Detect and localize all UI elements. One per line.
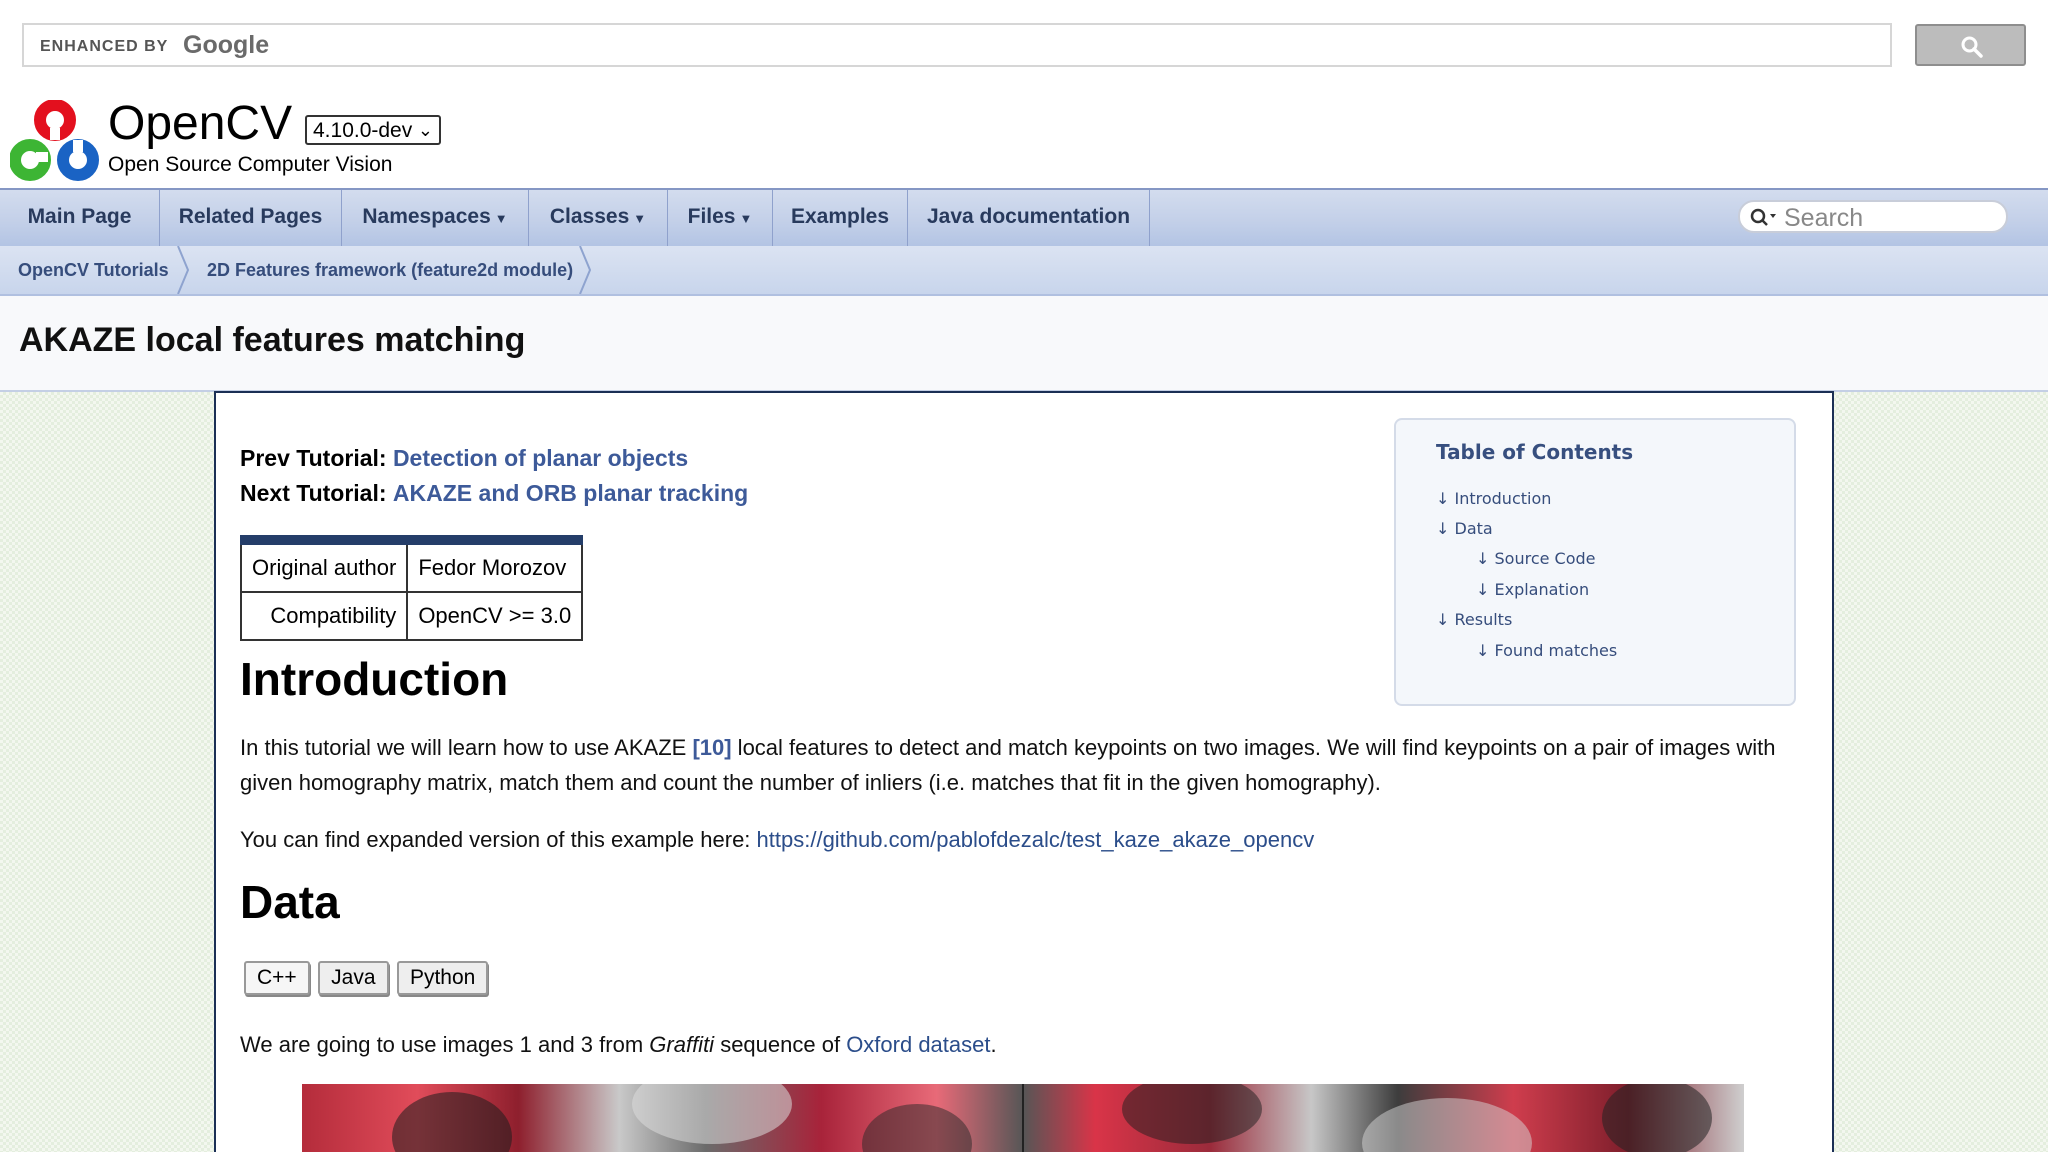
image-detail	[1122, 1084, 1262, 1144]
table-cell: Fedor Morozov	[406, 539, 584, 593]
image-detail	[632, 1084, 792, 1144]
tab-java[interactable]: Java	[318, 961, 389, 995]
data-heading: Data	[240, 876, 340, 928]
toc-item-explanation[interactable]: ↓ Explanation	[1476, 580, 1589, 599]
version-select[interactable]: 4.10.0-dev ⌄	[305, 115, 441, 145]
project-brief: Open Source Computer Vision	[108, 153, 393, 176]
nav-label: Related Pages	[178, 205, 323, 228]
toc-item-data[interactable]: ↓ Data	[1436, 519, 1493, 538]
breadcrumb-separator-icon	[177, 246, 190, 294]
doc-search-input[interactable]: Search	[1738, 200, 2008, 233]
toc-item-source-code[interactable]: ↓ Source Code	[1476, 549, 1596, 568]
toc-label: Source Code	[1494, 549, 1596, 568]
data-text: .	[990, 1032, 997, 1057]
table-row: Compatibility OpenCV >= 3.0	[239, 591, 584, 641]
prev-tutorial-link[interactable]: Detection of planar objects	[393, 445, 688, 471]
caret-down-icon: ▼	[633, 211, 647, 226]
project-name: OpenCV	[108, 97, 293, 150]
search-placeholder: Search	[1784, 204, 1864, 232]
table-cell: Compatibility	[239, 591, 409, 641]
prev-label: Prev Tutorial:	[240, 445, 387, 471]
image-detail	[1602, 1084, 1712, 1152]
code-tabs: C++ Java Python	[244, 961, 492, 995]
info-table: Original author Fedor Morozov Compatibil…	[239, 535, 584, 641]
nav-label: Examples	[790, 205, 890, 228]
table-of-contents: Table of Contents ↓ Introduction ↓ Data …	[1394, 418, 1796, 706]
nav-related-pages[interactable]: Related Pages	[160, 190, 342, 246]
page-title: AKAZE local features matching	[19, 321, 526, 359]
nav-namespaces[interactable]: Namespaces ▼	[342, 190, 529, 246]
version-value: 4.10.0-dev	[313, 119, 413, 142]
tutorial-nav: Prev Tutorial: Detection of planar objec…	[240, 441, 748, 511]
nav-label: Java documentation	[926, 205, 1131, 228]
enhanced-by-label: ENHANCED BY	[40, 38, 169, 55]
data-paragraph: We are going to use images 1 and 3 from …	[240, 1027, 1800, 1062]
nav-label: Main Page	[27, 205, 132, 228]
nav-label: Classes	[549, 205, 630, 228]
search-icon	[1750, 208, 1776, 226]
example-paragraph: You can find expanded version of this ex…	[240, 822, 1800, 857]
nav-classes[interactable]: Classes ▼	[529, 190, 668, 246]
image-detail	[862, 1104, 972, 1152]
search-icon	[1961, 36, 1983, 58]
breadcrumb-item[interactable]: 2D Features framework (feature2d module)	[207, 260, 573, 281]
data-text: sequence of	[714, 1032, 847, 1057]
introduction-heading: Introduction	[240, 653, 509, 705]
table-cell: Original author	[239, 539, 409, 593]
tab-python[interactable]: Python	[396, 961, 489, 995]
data-text: We are going to use images 1 and 3 from	[240, 1032, 650, 1057]
image-detail	[392, 1092, 512, 1152]
nav-label: Files	[687, 205, 736, 228]
toc-label: Found matches	[1494, 641, 1618, 660]
toc-label: Explanation	[1494, 580, 1590, 599]
opencv-logo-icon	[10, 100, 99, 181]
toc-label: Data	[1454, 519, 1493, 538]
nav-examples[interactable]: Examples	[773, 190, 908, 246]
toc-label: Results	[1454, 610, 1513, 629]
caret-down-icon: ▼	[739, 211, 753, 226]
table-row: Original author Fedor Morozov	[239, 539, 584, 593]
nav-main-page[interactable]: Main Page	[0, 190, 160, 246]
nav-files[interactable]: Files ▼	[668, 190, 773, 246]
example-text: You can find expanded version of this ex…	[240, 827, 757, 852]
caret-down-icon: ▼	[494, 211, 508, 226]
citation-link[interactable]: [10]	[692, 735, 731, 760]
toc-item-results[interactable]: ↓ Results	[1436, 610, 1512, 629]
github-link[interactable]: https://github.com/pablofdezalc/test_kaz…	[757, 827, 1315, 852]
toc-item-introduction[interactable]: ↓ Introduction	[1436, 489, 1551, 508]
image-detail	[1362, 1098, 1532, 1152]
main-content: Prev Tutorial: Detection of planar objec…	[214, 391, 1834, 1152]
intro-text: In this tutorial we will learn how to us…	[240, 735, 693, 760]
tab-cpp[interactable]: C++	[244, 961, 310, 995]
nav-label: Namespaces	[362, 205, 491, 228]
table-cell: OpenCV >= 3.0	[406, 591, 584, 641]
page-header: AKAZE local features matching	[0, 296, 2048, 392]
breadcrumb: OpenCV Tutorials 2D Features framework (…	[0, 246, 2048, 296]
toc-title: Table of Contents	[1436, 440, 1634, 464]
next-tutorial-link[interactable]: AKAZE and ORB planar tracking	[393, 480, 748, 506]
breadcrumb-item[interactable]: OpenCV Tutorials	[18, 260, 169, 281]
graffiti-images	[302, 1084, 1744, 1152]
intro-paragraph: In this tutorial we will learn how to us…	[240, 730, 1800, 800]
google-search-button[interactable]	[1915, 24, 2026, 66]
toc-item-found-matches[interactable]: ↓ Found matches	[1476, 641, 1617, 660]
graffiti-text: Graffiti	[649, 1032, 715, 1057]
google-logo: Google	[183, 31, 270, 59]
nav-java-documentation[interactable]: Java documentation	[908, 190, 1150, 246]
next-label: Next Tutorial:	[240, 480, 387, 506]
toc-label: Introduction	[1454, 489, 1552, 508]
oxford-dataset-link[interactable]: Oxford dataset	[846, 1032, 990, 1057]
breadcrumb-separator-icon	[579, 246, 592, 294]
google-search-input[interactable]: ENHANCED BY Google	[22, 23, 1892, 67]
chevron-down-icon: ⌄	[417, 120, 433, 140]
